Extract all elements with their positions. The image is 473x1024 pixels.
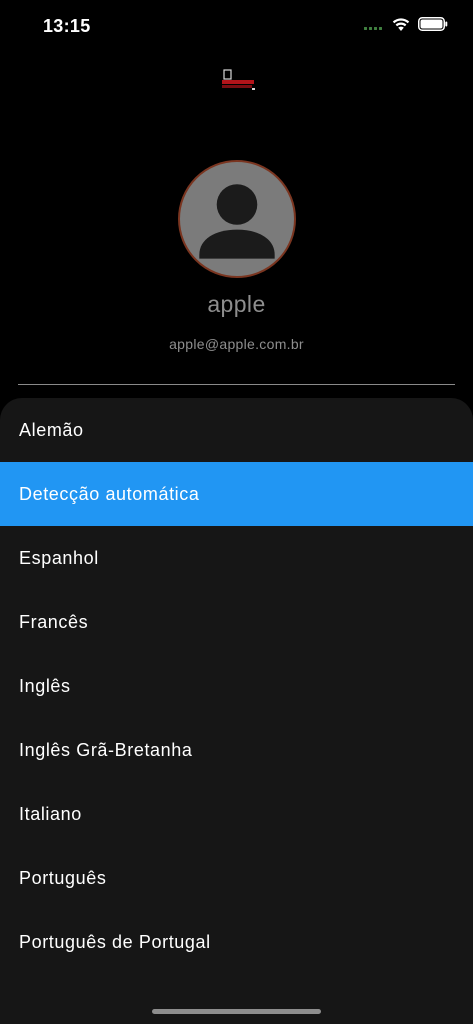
person-icon xyxy=(199,184,275,259)
language-item-frances[interactable]: Francês xyxy=(0,590,473,654)
language-item-espanhol[interactable]: Espanhol xyxy=(0,526,473,590)
language-item-deteccao-automatica[interactable]: Detecção automática xyxy=(0,462,473,526)
language-list: Alemão Detecção automática Espanhol Fran… xyxy=(0,398,473,974)
status-time: 13:15 xyxy=(43,16,91,36)
language-sheet: Alemão Detecção automática Espanhol Fran… xyxy=(0,398,473,1024)
cellular-signal-icon xyxy=(364,27,382,30)
language-item-portugues[interactable]: Português xyxy=(0,846,473,910)
status-bar: 13:15 xyxy=(0,0,473,52)
language-item-portugues-de-portugal[interactable]: Português de Portugal xyxy=(0,910,473,974)
profile-name: apple xyxy=(207,291,266,317)
profile-email: apple@apple.com.br xyxy=(169,336,304,352)
language-item-ingles[interactable]: Inglês xyxy=(0,654,473,718)
home-indicator[interactable] xyxy=(152,1009,321,1014)
app-logo-icon xyxy=(222,69,255,90)
language-item-ingles-gra-bretanha[interactable]: Inglês Grã-Bretanha xyxy=(0,718,473,782)
avatar[interactable] xyxy=(178,160,296,278)
language-item-italiano[interactable]: Italiano xyxy=(0,782,473,846)
language-item-alemao[interactable]: Alemão xyxy=(0,398,473,462)
wifi-icon xyxy=(392,18,410,31)
divider xyxy=(18,384,455,385)
battery-icon xyxy=(418,17,448,31)
